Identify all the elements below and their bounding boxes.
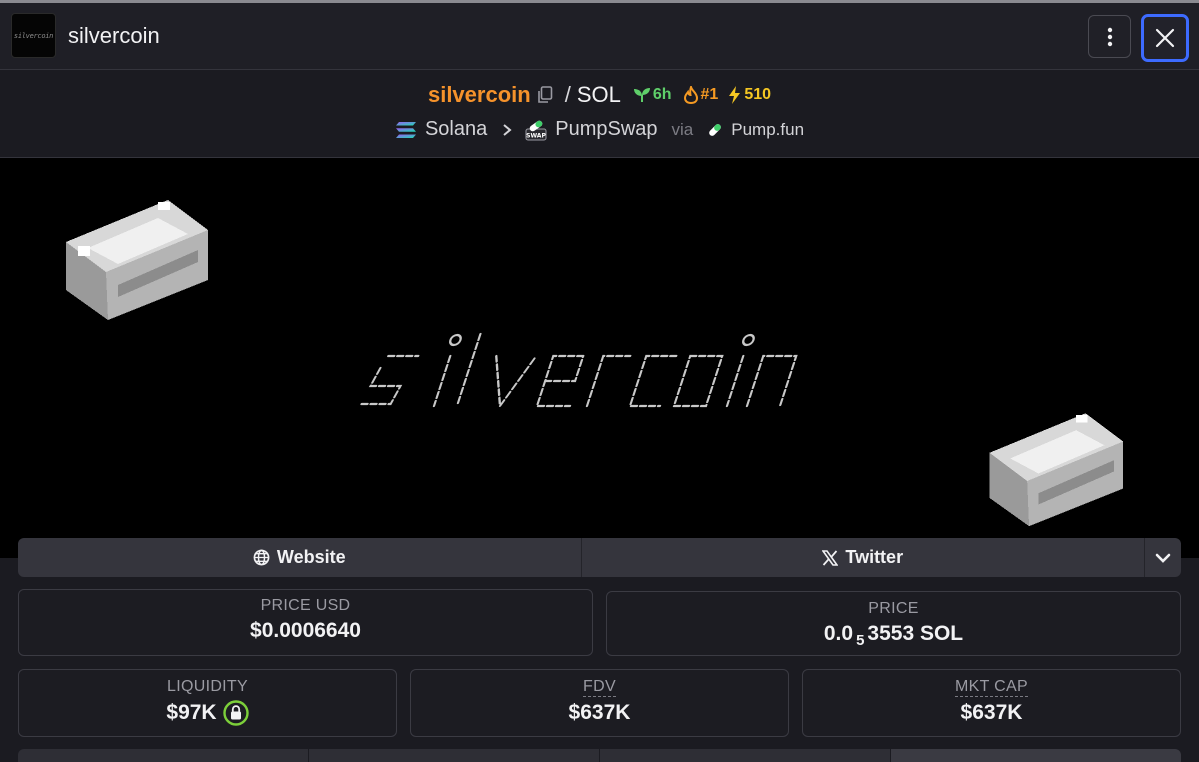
pair-route-row: Solana SWAP PumpSwap via Pump.fun <box>0 118 1199 141</box>
dex-name[interactable]: PumpSwap <box>555 118 657 141</box>
liquidity-card: LIQUIDITY $97K <box>18 669 397 737</box>
token-logo: silvercoin <box>11 13 56 58</box>
timeframe-tab-1[interactable] <box>18 749 309 762</box>
pill-icon <box>709 123 722 136</box>
silver-ingot-right <box>989 413 1124 527</box>
mktcap-label[interactable]: MKT CAP <box>955 678 1028 697</box>
pumpswap-icon: SWAP <box>525 120 547 140</box>
seedling-icon <box>633 88 650 102</box>
pair-title-row: silvercoin / SOL 6h #1 510 <box>0 82 1199 108</box>
chevron-right-icon <box>503 123 512 136</box>
pair-age: 6h <box>633 86 672 104</box>
twitter-link-label: Twitter <box>845 547 904 567</box>
trending-rank-value: #1 <box>700 86 719 103</box>
pair-info: silvercoin / SOL 6h #1 510 Solana SWAP P… <box>0 70 1199 158</box>
price-usd-label: PRICE USD <box>260 597 351 614</box>
boost-count-value: 510 <box>744 86 772 103</box>
solana-icon <box>395 121 416 138</box>
pair-age-value: 6h <box>652 86 672 103</box>
price-native-label: PRICE <box>868 600 919 617</box>
price-usd-value: $0.0006640 <box>19 619 592 643</box>
more-options-button[interactable] <box>1088 15 1131 58</box>
mktcap-value: $637K <box>803 701 1180 725</box>
social-links-bar: Website Twitter <box>18 538 1181 577</box>
timeframe-tab-4[interactable] <box>891 749 1181 762</box>
liquidity-label: LIQUIDITY <box>167 678 248 695</box>
copy-icon[interactable] <box>537 86 553 104</box>
header-title: silvercoin <box>68 23 160 48</box>
close-icon <box>1155 28 1175 48</box>
timeframe-tab-2[interactable] <box>309 749 600 762</box>
close-button[interactable] <box>1141 14 1189 62</box>
token-logo-text: silvercoin <box>13 31 54 40</box>
quote-token: SOL <box>576 82 621 107</box>
website-link-label: Website <box>276 547 346 567</box>
launchpad-name[interactable]: Pump.fun <box>731 120 804 140</box>
timeframe-tabs <box>18 749 1181 762</box>
chevron-down-icon <box>1155 553 1171 563</box>
flame-icon <box>683 86 698 104</box>
liquidity-amount: $97K <box>166 701 217 724</box>
mktcap-label-row: MKT CAP <box>803 678 1180 697</box>
mktcap-card: MKT CAP $637K <box>802 669 1181 737</box>
more-links-button[interactable] <box>1145 538 1181 577</box>
price-native-suffix: 3553 SOL <box>867 622 964 645</box>
trending-rank[interactable]: #1 <box>683 86 719 104</box>
kebab-icon <box>1107 27 1112 46</box>
price-native-card: PRICE 0.0 5 3553 SOL <box>606 591 1181 656</box>
x-logo-icon <box>822 549 839 566</box>
fdv-card: FDV $637K <box>410 669 789 737</box>
lock-icon[interactable] <box>222 700 249 726</box>
website-link-button[interactable]: Website <box>18 538 582 577</box>
twitter-link-button[interactable]: Twitter <box>582 538 1145 577</box>
bolt-icon <box>729 86 741 104</box>
mktcap-amount: $637K <box>960 701 1023 724</box>
boost-count[interactable]: 510 <box>728 86 771 104</box>
price-usd-card: PRICE USD $0.0006640 <box>18 589 593 656</box>
chain-name[interactable]: Solana <box>425 118 487 141</box>
fdv-label-row: FDV <box>411 678 788 697</box>
fdv-value: $637K <box>411 701 788 725</box>
token-name[interactable]: silvercoin <box>428 82 531 108</box>
fdv-label[interactable]: FDV <box>583 678 616 697</box>
price-native-zero-count: 5 <box>856 631 865 649</box>
price-usd-amount: $0.0006640 <box>250 619 361 642</box>
ascii-logo <box>359 332 798 409</box>
header: silvercoin silvercoin <box>0 3 1199 70</box>
price-native-prefix: 0.0 <box>823 622 854 645</box>
liquidity-value: $97K <box>19 700 396 726</box>
token-banner <box>0 158 1199 558</box>
silver-ingot-left <box>66 200 208 320</box>
pair-separator: / <box>564 82 571 107</box>
timeframe-tab-3[interactable] <box>600 749 891 762</box>
globe-icon <box>253 549 270 566</box>
fdv-amount: $637K <box>568 701 631 724</box>
svg-text:SWAP: SWAP <box>526 132 546 139</box>
price-native-value: 0.0 5 3553 SOL <box>607 622 1180 649</box>
via-label: via <box>671 119 694 139</box>
